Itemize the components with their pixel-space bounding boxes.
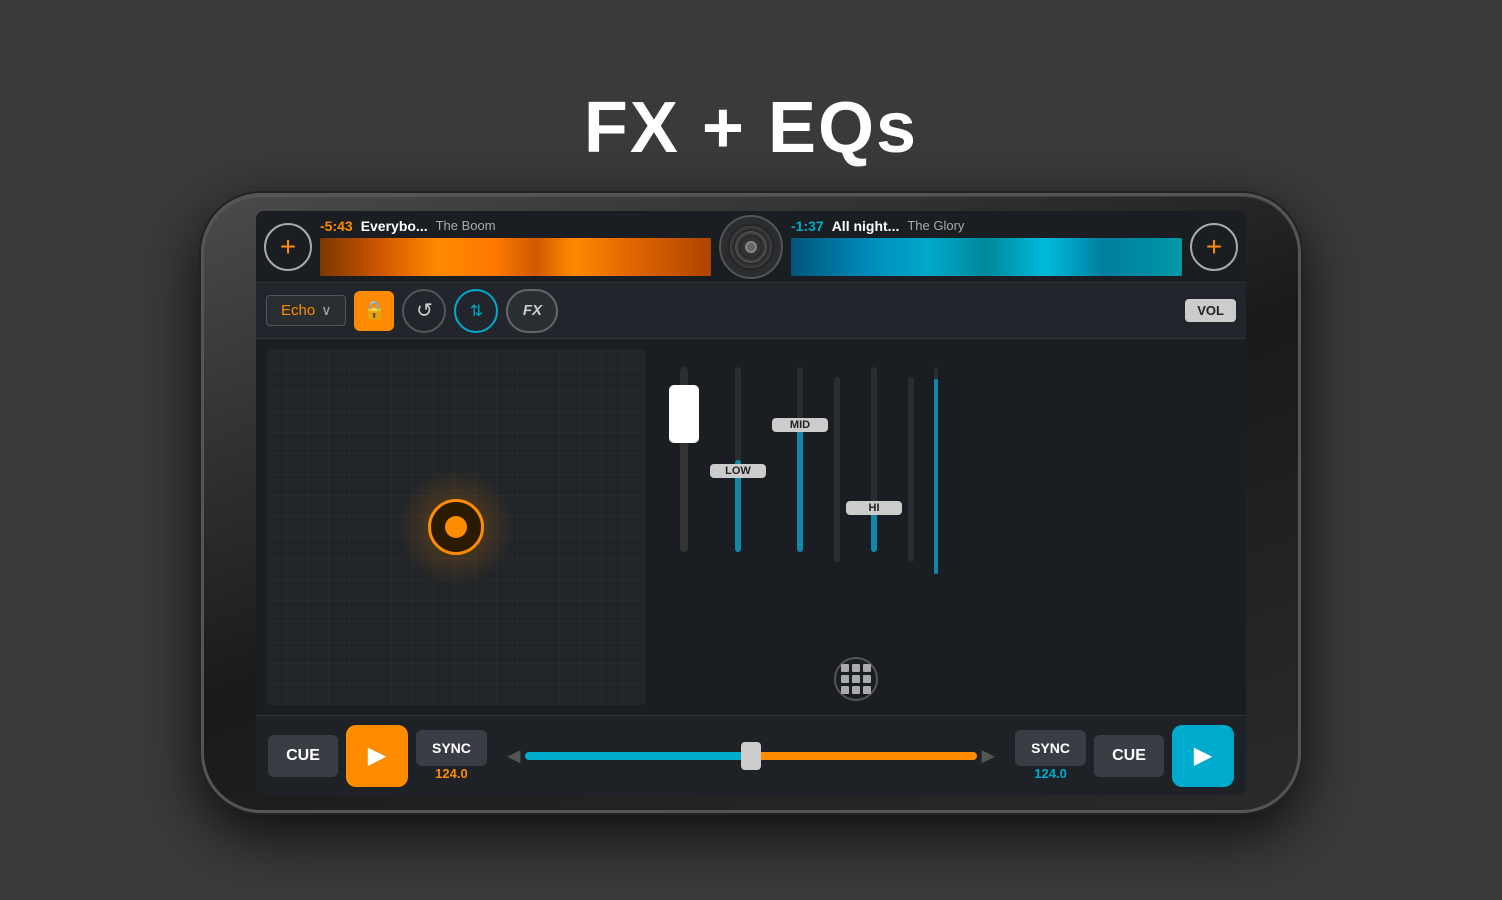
deck-left: -5:43 Everybo... The Boom — [312, 211, 719, 282]
fx-button[interactable]: FX — [506, 289, 558, 333]
play-right-button[interactable]: ▶ — [1172, 725, 1234, 787]
deck-right: -1:37 All night... The Glory — [783, 211, 1190, 282]
crossfader-fill-right — [760, 752, 977, 760]
play-left-icon: ▶ — [368, 741, 386, 770]
eq-hi-label: HI — [869, 502, 880, 514]
cue-left-button[interactable]: CUE — [268, 735, 338, 777]
sync-left-bpm: 124.0 — [435, 766, 468, 781]
refresh-icon: ↺ — [416, 298, 433, 323]
deck-right-info: -1:37 All night... The Glory — [791, 218, 1182, 234]
vol-fader[interactable] — [926, 357, 946, 587]
crossfader-right-arrow-icon: ► — [977, 743, 999, 769]
fx-select-dropdown[interactable]: Echo ∨ — [266, 295, 346, 326]
page-title: FX + EQs — [584, 87, 918, 169]
sync-right-bpm: 124.0 — [1034, 766, 1067, 781]
vinyl-inner — [745, 241, 757, 253]
play-left-button[interactable]: ▶ — [346, 725, 408, 787]
deck-right-time: -1:37 — [791, 218, 824, 234]
eq-hi-slider[interactable]: HI — [846, 357, 902, 587]
eq-low-slider[interactable]: LOW — [710, 357, 766, 587]
bottom-controls: CUE ▶ SYNC 124.0 ◄ ► — [256, 715, 1246, 795]
eq-mid-slider[interactable]: MID — [772, 357, 828, 587]
eq-icon: ⇅ — [470, 301, 483, 321]
eq-mid-handle[interactable]: MID — [772, 418, 828, 432]
play-right-icon: ▶ — [1194, 741, 1212, 770]
eq-low-label: LOW — [725, 465, 751, 477]
vol-label: VOL — [1185, 299, 1236, 322]
cue-right-button[interactable]: CUE — [1094, 735, 1164, 777]
top-bar: + -5:43 Everybo... The Boom — [256, 211, 1246, 283]
grid-icon — [841, 664, 871, 694]
add-track-right-button[interactable]: + — [1190, 223, 1238, 271]
eq-dark-bar-2 — [908, 377, 914, 562]
eq-button[interactable]: ⇅ — [454, 289, 498, 333]
waveform-right[interactable] — [791, 238, 1182, 276]
main-area: LOW MID — [256, 339, 1246, 715]
eq-mid-label: MID — [790, 419, 810, 431]
lock-button[interactable]: 🔒 — [354, 291, 394, 331]
device-screen: + -5:43 Everybo... The Boom — [256, 211, 1246, 795]
deck-right-artist: The Glory — [907, 218, 964, 233]
crossfader-fill-left — [525, 752, 742, 760]
eq-hi-handle[interactable]: HI — [846, 501, 902, 515]
fx-label: FX — [523, 302, 542, 319]
deck-left-artist: The Boom — [436, 218, 496, 233]
sync-right-button[interactable]: SYNC — [1015, 730, 1086, 766]
sync-left-button[interactable]: SYNC — [416, 730, 487, 766]
crossfader-handle[interactable] — [741, 742, 761, 770]
fx-select-label: Echo — [281, 302, 315, 319]
deck-right-track: All night... — [832, 218, 900, 234]
waveform-left[interactable] — [320, 238, 711, 276]
refresh-button[interactable]: ↺ — [402, 289, 446, 333]
mixer-area: LOW MID — [656, 339, 1246, 715]
eq-dark-bar — [834, 377, 840, 562]
sync-left-group: SYNC 124.0 — [416, 730, 487, 781]
controls-bar: Echo ∨ 🔒 ↺ ⇅ FX VOL — [256, 283, 1246, 339]
chevron-down-icon: ∨ — [321, 302, 331, 319]
add-track-left-button[interactable]: + — [264, 223, 312, 271]
channel-fader-left[interactable] — [664, 357, 704, 567]
deck-left-time: -5:43 — [320, 218, 353, 234]
center-logo — [719, 215, 783, 279]
pad-dot — [445, 516, 467, 538]
deck-left-track: Everybo... — [361, 218, 428, 234]
eq-low-handle[interactable]: LOW — [710, 464, 766, 478]
vinyl-icon — [726, 222, 776, 272]
pad-trigger-button[interactable] — [428, 499, 484, 555]
pad-area — [256, 339, 656, 715]
crossfader[interactable] — [525, 752, 978, 760]
grid-button[interactable] — [834, 657, 878, 701]
device-wrapper: + -5:43 Everybo... The Boom — [201, 193, 1301, 813]
sync-right-group: SYNC 124.0 — [1015, 730, 1086, 781]
deck-left-info: -5:43 Everybo... The Boom — [320, 218, 711, 234]
crossfader-left-arrow-icon: ◄ — [503, 743, 525, 769]
lock-icon: 🔒 — [363, 300, 385, 321]
crossfader-area: ◄ ► — [495, 743, 1007, 769]
pad-grid[interactable] — [266, 349, 646, 705]
